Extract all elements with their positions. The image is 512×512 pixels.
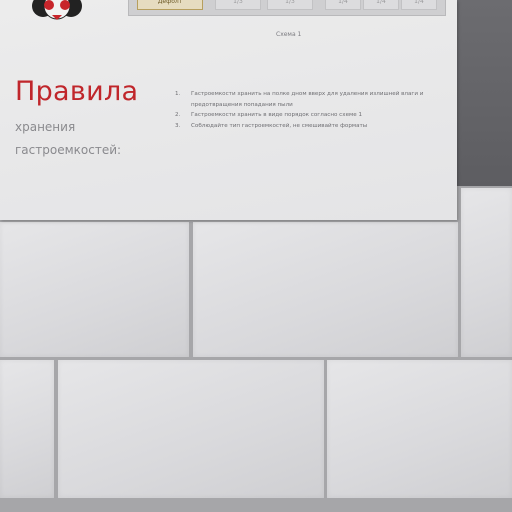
wall-tile	[0, 360, 54, 498]
table-cell: Дефолт	[137, 0, 203, 10]
table-cell: 1/4	[363, 0, 399, 10]
wall-tile	[327, 360, 512, 498]
list-item-text: Гастроемкости хранить в виде порядок сог…	[191, 112, 363, 118]
table-cell: 1/4	[325, 0, 361, 10]
wall-tile	[461, 188, 512, 357]
wall-tile	[58, 360, 324, 498]
list-item-number: 1.	[175, 91, 181, 97]
dark-wall-panel	[455, 0, 512, 186]
storage-scheme-table: Дефолт 1/3 1/3 1/4 1/4 1/4	[128, 0, 446, 16]
logo-icon	[32, 0, 82, 20]
table-cell: 1/3	[215, 0, 261, 10]
rules-poster: Дефолт 1/3 1/3 1/4 1/4 1/4 Схема 1 Прави…	[0, 0, 457, 220]
list-item-number: 2.	[175, 112, 181, 118]
table-cell: 1/3	[267, 0, 313, 10]
rules-list: 1. Гастроемкости хранить на полке дном в…	[175, 89, 440, 131]
list-item-text: Гастроемкости хранить на полке дном ввер…	[191, 91, 424, 108]
poster-subtitle-line1: хранения	[15, 120, 76, 134]
list-item-number: 3.	[175, 122, 181, 129]
wall-tile	[193, 222, 458, 357]
list-item-text: Соблюдайте тип гастроемкостей, не смешив…	[191, 122, 368, 129]
poster-subtitle-line2: гастроемкостей:	[15, 143, 122, 157]
wall-tile	[0, 222, 189, 357]
list-item: 3. Соблюдайте тип гастроемкостей, не сме…	[175, 121, 440, 132]
poster-title: Правила	[15, 76, 139, 107]
list-item: 1. Гастроемкости хранить на полке дном в…	[175, 89, 440, 110]
list-item: 2. Гастроемкости хранить в виде порядок …	[175, 110, 440, 121]
table-cell: 1/4	[401, 0, 437, 10]
scheme-caption: Схема 1	[276, 31, 302, 38]
